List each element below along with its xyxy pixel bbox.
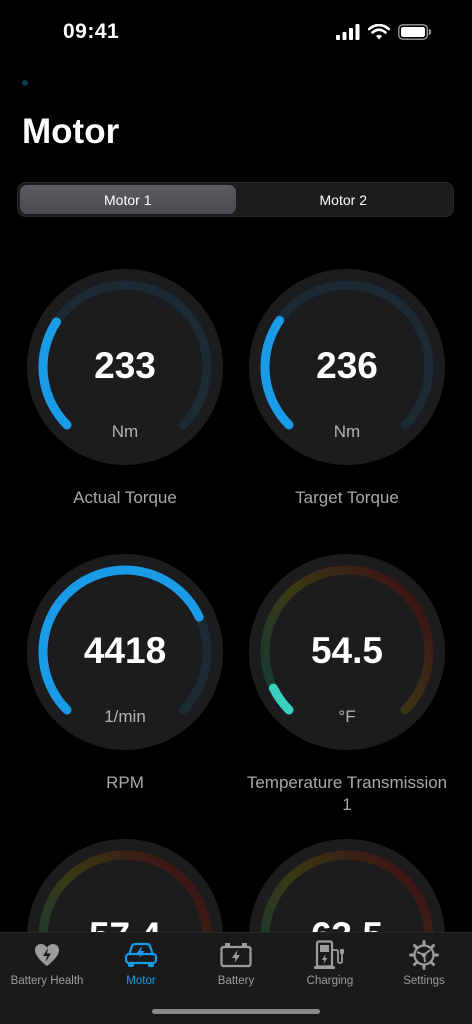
segment-motor-2[interactable]: Motor 2 bbox=[236, 185, 452, 214]
home-indicator bbox=[152, 1009, 320, 1014]
tab-settings[interactable]: Settings bbox=[377, 939, 471, 987]
gauge-dial: 57.4 bbox=[25, 837, 225, 932]
gauge-unit: °F bbox=[338, 707, 356, 726]
gauge-unit: Nm bbox=[333, 422, 361, 441]
segment-motor-1[interactable]: Motor 1 bbox=[20, 185, 236, 214]
tab-label: Motor bbox=[126, 975, 156, 987]
car-bolt-icon bbox=[124, 942, 158, 967]
status-icons bbox=[336, 24, 432, 40]
gauge-target-torque: 236 Nm Target Torque bbox=[242, 267, 452, 509]
gauge-dial: 63.5 bbox=[247, 837, 447, 932]
tab-charging[interactable]: Charging bbox=[283, 939, 377, 987]
gauge-value: 236 bbox=[316, 345, 378, 386]
gauge-actual-torque: 233 Nm Actual Torque bbox=[20, 267, 230, 509]
gauge-value: 4418 bbox=[83, 630, 167, 671]
gauge-unit: 1/min bbox=[104, 707, 146, 726]
battery-bolt-icon bbox=[220, 943, 252, 968]
tab-label: Battery bbox=[217, 975, 255, 987]
battery-level-icon bbox=[398, 24, 432, 40]
gauge-scroll-area[interactable]: 233 Nm Actual Torque 236 Nm Target Torqu… bbox=[0, 240, 472, 932]
tab-label: Charging bbox=[306, 975, 354, 987]
gauge-label: Actual Torque bbox=[73, 488, 177, 507]
tab-battery[interactable]: Battery bbox=[189, 939, 283, 987]
tab-battery-health[interactable]: Battery Health bbox=[0, 939, 94, 987]
gauge-dial: 233 Nm bbox=[25, 267, 225, 467]
gauge-value: 57.4 bbox=[25, 915, 225, 932]
status-bar: 09:41 bbox=[0, 0, 472, 64]
cellular-signal-icon bbox=[336, 24, 360, 40]
page-title: Motor bbox=[22, 112, 120, 151]
page-indicator-dot bbox=[22, 80, 28, 86]
gauge-temperature-transmission-1: 54.5 °F Temperature Transmission 1 bbox=[242, 552, 452, 816]
gauge-temperature-6: 63.5 bbox=[242, 837, 452, 932]
gauge-value: 233 bbox=[94, 345, 156, 386]
heart-bolt-icon bbox=[35, 944, 59, 966]
gauge-dial: 4418 1/min bbox=[25, 552, 225, 752]
tab-label: Battery Health bbox=[10, 975, 84, 987]
gauge-dial: 54.5 °F bbox=[247, 552, 447, 752]
gauge-label: Target Torque bbox=[295, 488, 399, 507]
gear-icon bbox=[409, 940, 439, 970]
motor-segmented-control: Motor 1 Motor 2 bbox=[17, 182, 454, 217]
gauge-dial: 236 Nm bbox=[247, 267, 447, 467]
gauge-label: RPM bbox=[106, 773, 144, 792]
gauge-unit: Nm bbox=[111, 422, 139, 441]
gauge-value: 54.5 bbox=[310, 630, 383, 671]
gauge-rpm: 4418 1/min RPM bbox=[20, 552, 230, 794]
gauge-temperature-5: 57.4 bbox=[20, 837, 230, 932]
tab-label: Settings bbox=[403, 975, 445, 987]
gauge-label: Temperature Transmission 1 bbox=[246, 773, 448, 814]
charging-station-icon bbox=[314, 940, 344, 969]
status-time: 09:41 bbox=[63, 20, 120, 43]
tab-motor[interactable]: Motor bbox=[94, 939, 188, 987]
gauge-value: 63.5 bbox=[247, 915, 447, 932]
wifi-icon bbox=[368, 24, 390, 40]
